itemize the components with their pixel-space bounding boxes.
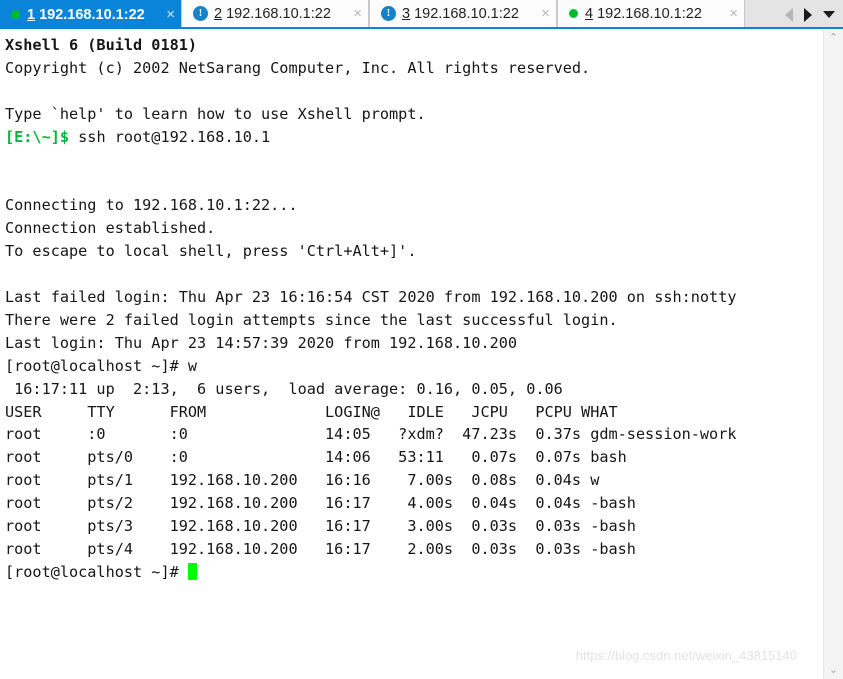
terminal-line-text: root pts/2 192.168.10.200 16:17 4.00s 0.… (5, 494, 636, 513)
tab-index-label: 4 (585, 5, 594, 22)
tab-index-label: 1 (27, 6, 36, 23)
terminal-line-text: USER TTY FROM LOGIN@ IDLE JCPU PCPU WHAT (5, 402, 618, 421)
terminal-line-text: There were 2 failed login attempts since… (5, 310, 618, 329)
tab-session-3[interactable]: ! 3 192.168.10.1:22 × (369, 0, 557, 29)
terminal-line: Xshell 6 (Build 0181) (5, 36, 197, 54)
scroll-up-icon[interactable]: ⌃ (824, 29, 843, 47)
tab-session-4[interactable]: 4 192.168.10.1:22 × (557, 0, 745, 29)
terminal-line: Type `help' to learn how to use Xshell p… (5, 105, 426, 123)
terminal-line: USER TTY FROM LOGIN@ IDLE JCPU PCPU WHAT (5, 403, 618, 421)
tab-index-label: 3 (402, 5, 411, 22)
terminal-line: [root@localhost ~]# (5, 562, 197, 581)
terminal-line-text: ssh root@192.168.10.1 (78, 127, 271, 146)
green-dot-icon (569, 9, 578, 18)
vertical-scrollbar[interactable]: ⌃ ⌄ (823, 29, 843, 679)
terminal-line: root pts/0 :0 14:06 53:11 0.07s 0.07s ba… (5, 448, 627, 466)
terminal-line: root pts/4 192.168.10.200 16:17 2.00s 0.… (5, 540, 636, 558)
terminal-line: To escape to local shell, press 'Ctrl+Al… (5, 242, 416, 260)
tab-title-label: 192.168.10.1:22 (597, 5, 702, 22)
tab-list-dropdown-icon[interactable] (823, 11, 835, 18)
terminal-line: Copyright (c) 2002 NetSarang Computer, I… (5, 59, 590, 77)
terminal-line-text: root pts/1 192.168.10.200 16:16 7.00s 0.… (5, 471, 600, 490)
terminal-line: 16:17:11 up 2:13, 6 users, load average:… (5, 380, 563, 398)
terminal-line: Connecting to 192.168.10.1:22... (5, 196, 298, 214)
terminal-line: root pts/1 192.168.10.200 16:16 7.00s 0.… (5, 471, 599, 489)
terminal-line-text: Type `help' to learn how to use Xshell p… (5, 104, 426, 123)
terminal-line: Last login: Thu Apr 23 14:57:39 2020 fro… (5, 334, 517, 352)
terminal-line-text: root pts/4 192.168.10.200 16:17 2.00s 0.… (5, 539, 636, 558)
terminal-line: root :0 :0 14:05 ?xdm? 47.23s 0.37s gdm-… (5, 425, 737, 443)
terminal-line-text: [root@localhost ~]# w (5, 356, 198, 375)
terminal-line: [E:\~]$ ssh root@192.168.10.1 (5, 128, 270, 146)
close-icon[interactable]: × (156, 7, 175, 22)
alert-circle-icon: ! (381, 6, 396, 21)
tab-session-2[interactable]: ! 2 192.168.10.1:22 × (181, 0, 369, 29)
terminal-line: root pts/3 192.168.10.200 16:17 3.00s 0.… (5, 517, 636, 535)
terminal-cursor (187, 562, 197, 580)
terminal-line-text: root pts/0 :0 14:06 53:11 0.07s 0.07s ba… (5, 448, 627, 467)
terminal-text: Xshell 6 (Build 0181) Copyright (c) 2002… (5, 34, 737, 584)
terminal-output-area[interactable]: Xshell 6 (Build 0181) Copyright (c) 2002… (0, 29, 823, 679)
terminal-line: There were 2 failed login attempts since… (5, 311, 618, 329)
tab-scroll-left-icon[interactable] (785, 7, 793, 22)
terminal-line: Connection established. (5, 219, 215, 237)
terminal-line-text: Xshell 6 (Build 0181) (5, 36, 198, 54)
tab-title-label: 192.168.10.1:22 (414, 5, 519, 22)
terminal-line-text: 16:17:11 up 2:13, 6 users, load average:… (5, 379, 563, 398)
terminal-line: Last failed login: Thu Apr 23 16:16:54 C… (5, 288, 737, 306)
terminal-line-text: Last login: Thu Apr 23 14:57:39 2020 fro… (5, 333, 518, 352)
terminal-line-text: Connection established. (5, 219, 216, 238)
tab-scroll-right-icon[interactable] (804, 7, 812, 22)
close-icon[interactable]: × (531, 6, 550, 21)
watermark-text: https://blog.csdn.net/weixin_43815140 (575, 648, 797, 663)
scroll-down-icon[interactable]: ⌄ (824, 661, 843, 679)
terminal-line: root pts/2 192.168.10.200 16:17 4.00s 0.… (5, 494, 636, 512)
tab-session-1[interactable]: 1 192.168.10.1:22 × (0, 0, 181, 29)
green-dot-icon (11, 10, 20, 19)
tab-title-label: 192.168.10.1:22 (226, 5, 331, 22)
close-icon[interactable]: × (719, 6, 738, 21)
scrollbar-track[interactable] (824, 47, 843, 661)
remote-shell-prompt: [root@localhost ~]# (5, 562, 188, 581)
close-icon[interactable]: × (343, 6, 362, 21)
terminal-line-text: root pts/3 192.168.10.200 16:17 3.00s 0.… (5, 517, 636, 536)
tab-bar: 1 192.168.10.1:22 × ! 2 192.168.10.1:22 … (0, 0, 843, 29)
tab-title-label: 192.168.10.1:22 (39, 6, 145, 23)
terminal-line-text: To escape to local shell, press 'Ctrl+Al… (5, 242, 417, 261)
local-shell-prompt: [E:\~]$ (5, 127, 79, 146)
alert-circle-icon: ! (193, 6, 208, 21)
terminal-line-text: Connecting to 192.168.10.1:22... (5, 196, 298, 215)
terminal-line-text: Copyright (c) 2002 NetSarang Computer, I… (5, 58, 591, 77)
tab-index-label: 2 (214, 5, 223, 22)
terminal-line: [root@localhost ~]# w (5, 357, 197, 375)
terminal-line-text: Last failed login: Thu Apr 23 16:16:54 C… (5, 287, 737, 306)
tab-navigation-controls (785, 0, 843, 29)
terminal-line-text: root :0 :0 14:05 ?xdm? 47.23s 0.37s gdm-… (5, 425, 737, 444)
